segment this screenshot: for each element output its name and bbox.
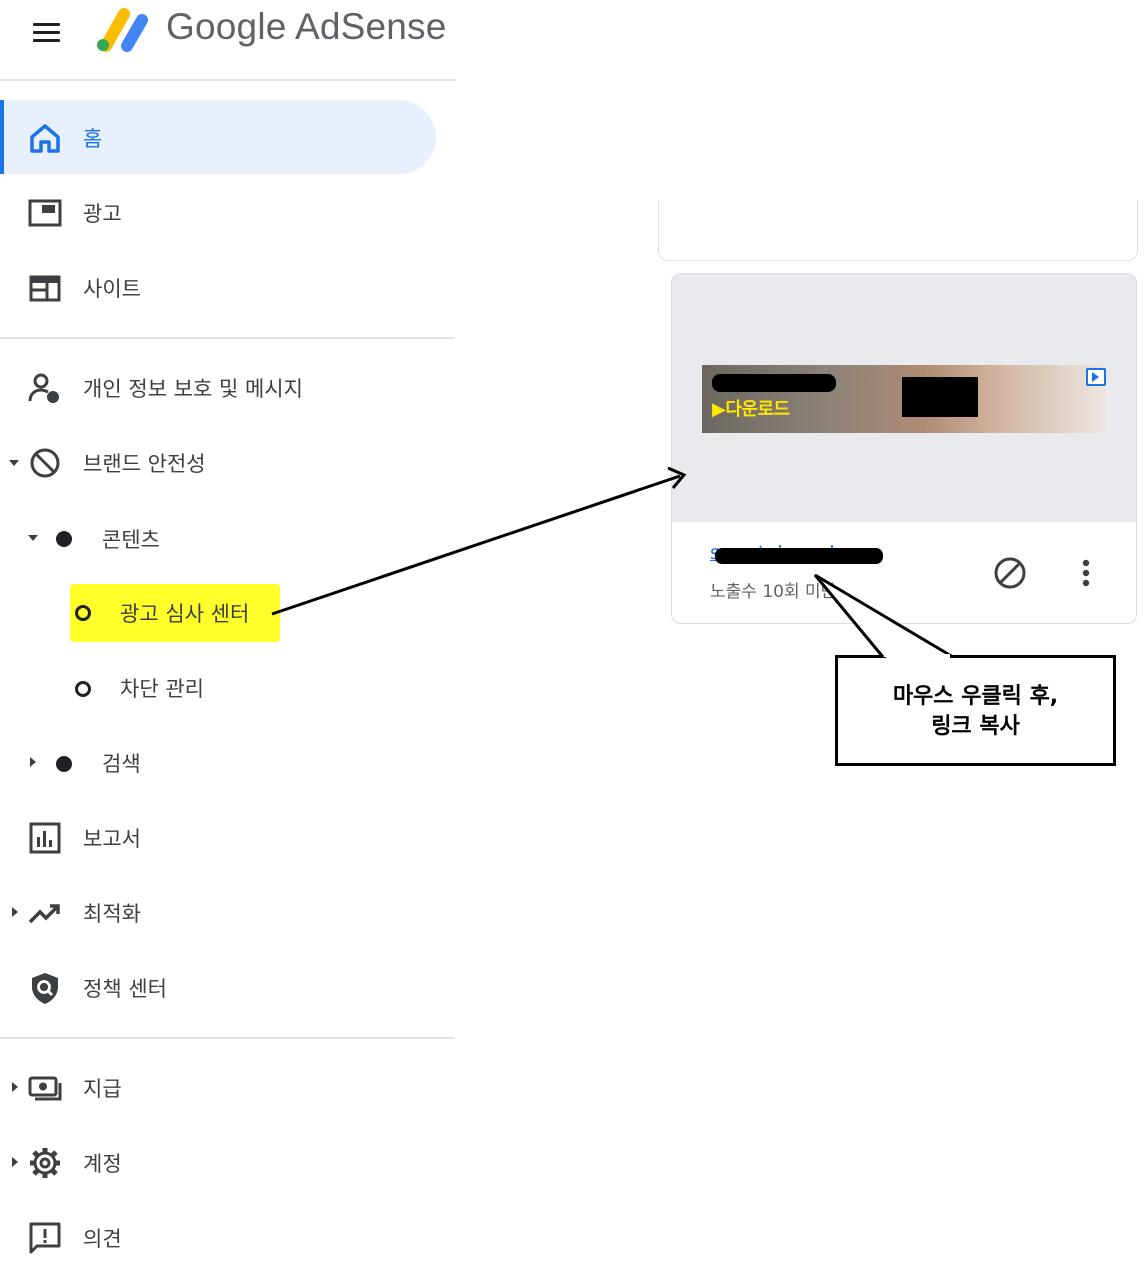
header-divider <box>0 79 455 81</box>
nav-item-ads[interactable]: 광고 <box>0 180 440 244</box>
more-options-button[interactable] <box>1072 553 1100 593</box>
nav-item-sites[interactable]: 사이트 <box>0 255 440 319</box>
block-ad-button[interactable] <box>990 553 1030 593</box>
redaction-mark <box>715 548 883 564</box>
callout-text: 마우스 우클릭 후, 링크 복사 <box>838 682 1113 742</box>
more-vert-icon <box>1082 559 1090 587</box>
nav-label-blocking: 차단 관리 <box>120 677 204 701</box>
caret-down-icon[interactable] <box>9 460 19 466</box>
sites-icon <box>29 275 61 302</box>
nav-label-account: 계정 <box>83 1152 122 1176</box>
previous-ad-card <box>658 200 1138 261</box>
callout-box: 마우스 우클릭 후, 링크 복사 <box>835 655 1116 766</box>
nav-item-ad-review-center[interactable]: 광고 심사 센터 <box>0 580 440 644</box>
nav-label-feedback: 의견 <box>83 1227 122 1251</box>
nav-label-home: 홈 <box>83 127 103 151</box>
nav-item-privacy[interactable]: 개인 정보 보호 및 메시지 <box>0 355 440 419</box>
nav-divider <box>0 1037 455 1039</box>
nav-item-brand-safety[interactable]: 브랜드 안전성 <box>0 430 440 494</box>
nav-item-payments[interactable]: 지급 <box>0 1055 440 1119</box>
impressions-text: 노출수 10회 미만 <box>710 582 837 602</box>
ad-cta-text: ▶다운로드 <box>712 399 790 420</box>
nav-item-home[interactable]: 홈 <box>0 105 440 169</box>
nav-item-policy-center[interactable]: 정책 센터 <box>0 955 440 1019</box>
callout-line: 링크 복사 <box>931 714 1020 739</box>
bullet-filled-icon <box>56 531 72 547</box>
block-icon <box>30 448 60 478</box>
bullet-filled-icon <box>56 756 72 772</box>
ads-icon <box>28 199 62 227</box>
nav-label-sites: 사이트 <box>83 277 141 301</box>
nav-label-optimization: 최적화 <box>83 902 141 926</box>
menu-button[interactable] <box>30 18 64 48</box>
ad-choices-icon[interactable] <box>1086 368 1106 386</box>
caret-right-icon[interactable] <box>12 907 18 917</box>
nav-label-privacy: 개인 정보 보호 및 메시지 <box>83 377 303 401</box>
ad-creative-image[interactable]: ▶다운로드 <box>702 365 1106 433</box>
adsense-logo-icon <box>97 8 148 52</box>
menu-icon-bar <box>33 23 60 26</box>
nav-item-content[interactable]: 콘텐츠 <box>0 506 440 570</box>
privacy-user-icon <box>28 373 59 403</box>
reports-icon <box>29 822 61 854</box>
caret-right-icon[interactable] <box>30 757 36 767</box>
caret-right-icon[interactable] <box>12 1082 18 1092</box>
trending-up-icon <box>28 904 60 924</box>
nav-label-brand-safety: 브랜드 안전성 <box>83 452 206 476</box>
nav-label-content: 콘텐츠 <box>102 528 160 552</box>
redaction-mark <box>712 374 836 392</box>
payments-icon <box>28 1076 62 1101</box>
nav-label-reports: 보고서 <box>83 827 141 851</box>
brand-title[interactable]: Google AdSense <box>166 6 447 48</box>
nav-item-blocking[interactable]: 차단 관리 <box>0 655 440 719</box>
nav-item-optimization[interactable]: 최적화 <box>0 880 440 944</box>
nav-label-search: 검색 <box>102 752 141 776</box>
nav-item-reports[interactable]: 보고서 <box>0 805 440 869</box>
nav-label-payments: 지급 <box>83 1077 122 1101</box>
home-icon <box>30 124 60 153</box>
ad-preview-area[interactable]: ▶다운로드 <box>672 274 1136 522</box>
redaction-mark <box>902 377 978 417</box>
nav-label-ads: 광고 <box>83 202 122 226</box>
nav-label-policy-center: 정책 센터 <box>83 977 167 1001</box>
menu-icon-bar <box>33 31 60 34</box>
shield-search-icon <box>32 973 58 1004</box>
gear-icon <box>30 1148 60 1178</box>
nav-item-account[interactable]: 계정 <box>0 1130 440 1194</box>
menu-icon-bar <box>33 39 60 42</box>
nav-divider <box>0 337 455 339</box>
nav-label-ad-review-center: 광고 심사 센터 <box>120 602 250 626</box>
callout-line: 마우스 우클릭 후, <box>892 684 1059 709</box>
block-icon <box>994 557 1026 589</box>
nav-item-search[interactable]: 검색 <box>0 730 440 794</box>
ad-card[interactable]: ▶다운로드 smartplayer.kr 노출수 10회 미만 <box>671 273 1137 624</box>
nav-item-feedback[interactable]: 의견 <box>0 1205 440 1269</box>
caret-down-icon[interactable] <box>28 535 38 541</box>
caret-right-icon[interactable] <box>12 1157 18 1167</box>
feedback-icon <box>29 1222 61 1254</box>
bullet-outline-icon <box>75 605 91 621</box>
bullet-outline-icon <box>75 681 91 697</box>
